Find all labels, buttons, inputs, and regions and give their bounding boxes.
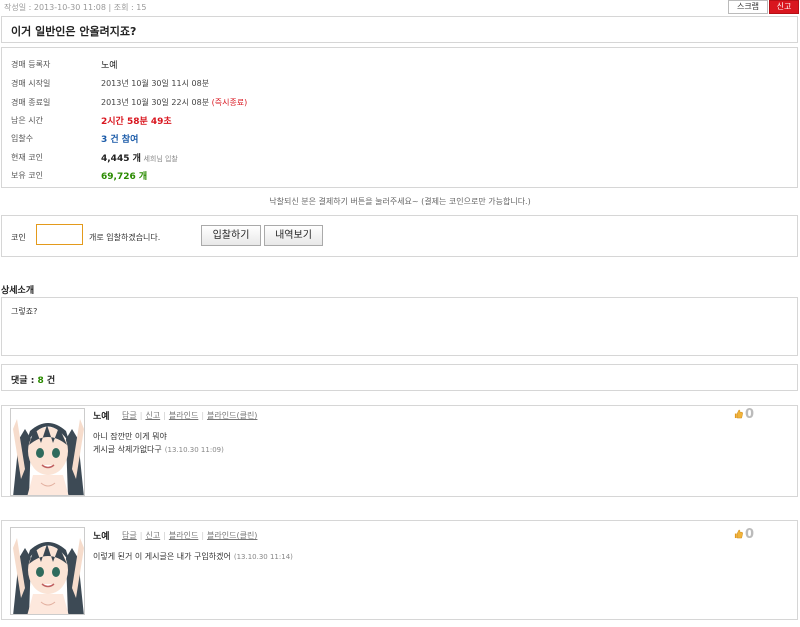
bid-suffix-text: 개로 입찰하겠습니다.: [89, 233, 161, 242]
end-date-text: 2013년 10월 30일 22시 08분: [101, 98, 210, 107]
separator: |: [201, 531, 205, 540]
separator: |: [163, 411, 166, 420]
comment-author[interactable]: 노예: [93, 529, 110, 542]
like-button[interactable]: 0: [734, 527, 754, 542]
thumbs-up-icon: [734, 409, 743, 419]
coin-label: 코인: [11, 233, 26, 242]
comment-line: 게시글 삭제가없다구: [93, 445, 162, 454]
info-label-end: 경매 종료일: [11, 98, 51, 107]
post-meta: 작성일 : 2013-10-30 11:08 | 조회 : 15: [4, 3, 147, 12]
like-button[interactable]: 0: [734, 407, 754, 422]
comment-time: (13.10.30 11:14): [233, 553, 293, 561]
blind-link[interactable]: 블라인드: [169, 531, 198, 540]
comment-item: 노예 답글 | 신고 | 블라인드 | 블라인드(클린) 아니 잠깐만 이게 뭐야 게시글 …: [1, 405, 798, 497]
page-title: 이거 일반인은 안올려지죠?: [11, 25, 137, 38]
report-link[interactable]: 신고: [145, 411, 160, 420]
auction-info-panel: 경매 등록자 노예 경매 시작일 2013년 10월 30일 11시 08분 경…: [1, 47, 798, 188]
comment-line: 아니 잠깐만 이게 뭐야: [93, 432, 167, 441]
info-label-remaining: 남은 시간: [11, 116, 43, 125]
current-bidder: 세희님 입찰: [143, 155, 178, 163]
comment-author[interactable]: 노예: [93, 409, 110, 422]
detail-text: 그렇죠?: [11, 307, 38, 316]
info-label-registrant: 경매 등록자: [11, 60, 51, 69]
coin-amount-input[interactable]: [36, 224, 83, 245]
info-value-current-coin: 4,445 개 세희님 입찰: [101, 151, 178, 164]
comment-time: (13.10.30 11:09): [164, 446, 224, 454]
info-value-registrant: 노예: [101, 61, 118, 71]
avatar: [10, 408, 85, 496]
avatar: [10, 527, 85, 615]
comment-line: 이렇게 된거 이 게시글은 내가 구입하겠어: [93, 552, 231, 561]
title-box: 이거 일반인은 안올려지죠?: [1, 16, 798, 43]
separator: |: [139, 411, 143, 420]
info-label-owned-coin: 보유 코인: [11, 171, 43, 180]
comment-actions: 답글 | 신고 | 블라인드 | 블라인드(클린): [122, 530, 257, 541]
like-count: 0: [745, 527, 755, 542]
bid-count: 3 건 참여: [101, 135, 139, 145]
anime-girl-avatar-icon: [11, 528, 84, 614]
like-count: 0: [745, 407, 755, 422]
reply-link[interactable]: 답글: [122, 411, 137, 420]
comment-count: 댓글 : 8 건: [11, 373, 55, 386]
report-link[interactable]: 신고: [145, 531, 160, 540]
info-label-start: 경매 시작일: [11, 79, 51, 88]
detail-box: 그렇죠?: [1, 297, 798, 356]
report-button[interactable]: 신고: [769, 0, 799, 14]
info-label-current-coin: 현재 코인: [11, 153, 43, 162]
history-button[interactable]: 내역보기: [264, 225, 323, 246]
anime-girl-avatar-icon: [11, 409, 84, 495]
comment-body: 이렇게 된거 이 게시글은 내가 구입하겠어 (13.10.30 11:14): [93, 550, 293, 564]
separator: |: [201, 411, 205, 420]
comment-body: 아니 잠깐만 이게 뭐야 게시글 삭제가없다구 (13.10.30 11:09): [93, 430, 224, 457]
blind-clean-link[interactable]: 블라인드(클린): [207, 411, 257, 420]
info-value-start: 2013년 10월 30일 11시 08분: [101, 79, 210, 88]
comment-line-with-time: 게시글 삭제가없다구 (13.10.30 11:09): [93, 443, 224, 457]
separator: |: [139, 531, 143, 540]
separator: |: [163, 531, 166, 540]
info-label-bids: 입찰수: [11, 134, 34, 143]
thumbs-up-icon: [734, 529, 743, 539]
owned-coin: 69,726 개: [101, 172, 148, 182]
blind-link[interactable]: 블라인드: [169, 411, 198, 420]
payment-notice: 낙찰되신 분은 결제하기 버튼을 눌러주세요~ (결제는 코인으로만 가능합니다…: [269, 197, 531, 206]
blind-clean-link[interactable]: 블라인드(클린): [207, 531, 257, 540]
comment-count-unit: 건: [43, 376, 56, 386]
scrap-button[interactable]: 스크랩: [728, 0, 768, 14]
comment-actions: 답글 | 신고 | 블라인드 | 블라인드(클린): [122, 410, 257, 421]
bid-button[interactable]: 입찰하기: [201, 225, 261, 246]
comment-count-bar: 댓글 : 8 건: [1, 364, 798, 391]
remaining-time: 2시간 58분 49초: [101, 117, 172, 127]
current-coin: 4,445 개: [101, 154, 141, 164]
comment-line-with-time: 이렇게 된거 이 게시글은 내가 구입하겠어 (13.10.30 11:14): [93, 550, 293, 564]
reply-link[interactable]: 답글: [122, 531, 137, 540]
bid-panel: 코인 개로 입찰하겠습니다. 입찰하기 내역보기: [1, 215, 798, 257]
comment-count-label: 댓글 :: [11, 376, 38, 386]
info-value-end: 2013년 10월 30일 22시 08분 (즉시종료): [101, 97, 247, 108]
detail-heading: 상세소개: [1, 286, 35, 296]
comment-item: 노예 답글 | 신고 | 블라인드 | 블라인드(클린) 이렇게 된거 이 게시글은 내가 …: [1, 520, 798, 620]
instant-end-badge: (즉시종료): [211, 98, 248, 107]
